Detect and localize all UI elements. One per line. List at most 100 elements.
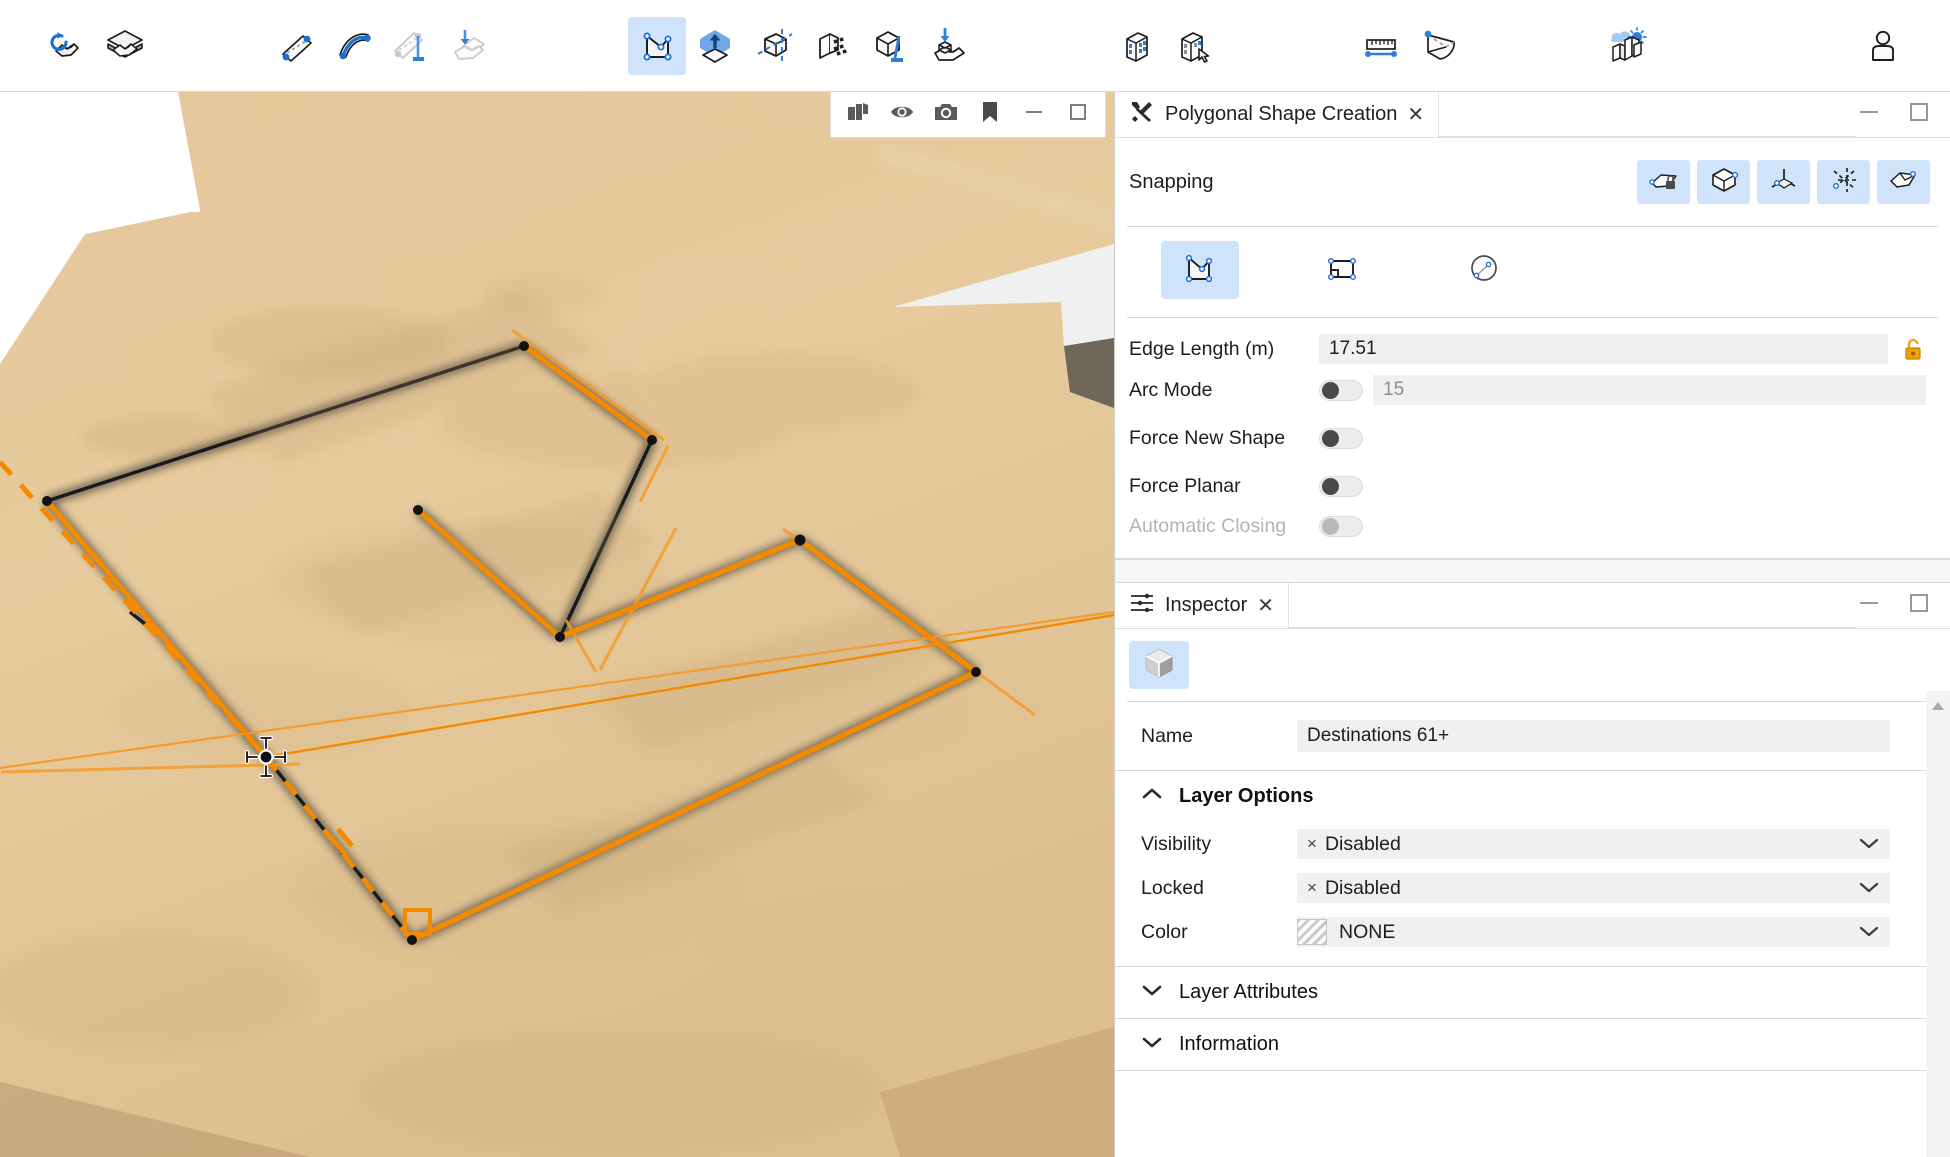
triangle-up-icon xyxy=(1930,699,1946,717)
snap-intersection-button[interactable] xyxy=(1817,160,1870,204)
inspector-panel-header-fill xyxy=(1289,583,1856,628)
arc-icon xyxy=(329,22,377,70)
inspector-scrollbar[interactable] xyxy=(1926,691,1950,1157)
inspector-panel: Inspector ✕ xyxy=(1115,582,1950,1157)
polygonal-panel-body: Snapping xyxy=(1115,138,1950,558)
snap-surface-button[interactable] xyxy=(1877,160,1930,204)
terrain-layer-button[interactable] xyxy=(96,17,154,75)
viewport-overlay-toolbar xyxy=(830,92,1106,138)
edge-length-row: Edge Length (m) xyxy=(1115,318,1950,366)
surface-button[interactable] xyxy=(1410,17,1468,75)
information-section-header[interactable]: Information xyxy=(1115,1019,1950,1070)
inspector-panel-window-controls xyxy=(1856,583,1950,628)
locked-row: Locked × Disabled xyxy=(1115,866,1950,910)
extrude-button[interactable] xyxy=(686,17,744,75)
flatten-terrain-icon xyxy=(445,22,493,70)
arc-mode-value-input[interactable] xyxy=(1373,375,1926,405)
place-on-terrain-button[interactable] xyxy=(918,17,976,75)
snapping-row: Snapping xyxy=(1115,138,1950,226)
panel-maximize-icon[interactable] xyxy=(1908,101,1930,128)
inspector-name-row: Name xyxy=(1115,714,1950,758)
circle-mode-button[interactable] xyxy=(1445,241,1523,299)
layers-button[interactable] xyxy=(841,98,875,132)
divider-information xyxy=(1115,1070,1926,1071)
snap-axis-button[interactable] xyxy=(1757,160,1810,204)
undo-terrain-button[interactable] xyxy=(38,17,96,75)
measure-button[interactable] xyxy=(1352,17,1410,75)
layer-options-section-header[interactable]: Layer Options xyxy=(1115,771,1950,822)
polyline-mode-button[interactable] xyxy=(1161,241,1239,299)
array-icon xyxy=(807,22,855,70)
force-new-shape-label: Force New Shape xyxy=(1129,427,1319,450)
panel-minimize-icon[interactable] xyxy=(1856,104,1882,125)
line-project-icon xyxy=(387,22,435,70)
close-icon[interactable]: ✕ xyxy=(1257,596,1274,616)
bookmark-button[interactable] xyxy=(973,98,1007,132)
visibility-button[interactable] xyxy=(885,98,919,132)
force-new-shape-toggle[interactable] xyxy=(1319,428,1363,449)
polygonal-shape-button[interactable] xyxy=(628,17,686,75)
project-solid-button[interactable] xyxy=(860,17,918,75)
rectangle-mode-button[interactable] xyxy=(1303,241,1381,299)
project-line-button[interactable] xyxy=(382,17,440,75)
chevron-down-icon xyxy=(1858,921,1880,944)
edge-length-input[interactable] xyxy=(1319,334,1888,364)
viewport-maximize-button[interactable] xyxy=(1061,98,1095,132)
application-window: Polygonal Shape Creation ✕ Snapping xyxy=(0,0,1950,1157)
force-planar-toggle[interactable] xyxy=(1319,476,1363,497)
project-solid-icon xyxy=(865,22,913,70)
unlock-icon[interactable] xyxy=(1900,334,1926,364)
flatten-terrain-button[interactable] xyxy=(440,17,498,75)
locked-select[interactable]: × Disabled xyxy=(1297,873,1890,903)
toolbar-group-history xyxy=(38,0,154,91)
visibility-select[interactable]: × Disabled xyxy=(1297,829,1890,859)
line-segment-icon xyxy=(271,22,319,70)
place-on-terrain-icon xyxy=(923,22,971,70)
terrain-scene xyxy=(0,92,1114,1157)
mirror-button[interactable] xyxy=(744,17,802,75)
name-input[interactable] xyxy=(1297,720,1890,752)
line-segment-button[interactable] xyxy=(266,17,324,75)
select-building-button[interactable] xyxy=(1164,17,1222,75)
building-button[interactable] xyxy=(1106,17,1164,75)
3d-viewport[interactable] xyxy=(0,92,1114,1157)
snapping-label: Snapping xyxy=(1129,171,1637,194)
arc-button[interactable] xyxy=(324,17,382,75)
layer-options-title: Layer Options xyxy=(1179,785,1313,808)
automatic-closing-toggle xyxy=(1319,516,1363,537)
toolbar-group-account xyxy=(1854,0,1912,91)
layer-attributes-section-header[interactable]: Layer Attributes xyxy=(1115,967,1950,1018)
viewport-minimize-button[interactable] xyxy=(1017,98,1051,132)
color-row: Color NONE xyxy=(1115,910,1950,954)
scroll-up-button[interactable] xyxy=(1926,697,1950,719)
chevron-up-icon xyxy=(1141,787,1163,806)
tab-polygonal-shape-creation[interactable]: Polygonal Shape Creation ✕ xyxy=(1115,92,1439,137)
arc-mode-toggle[interactable] xyxy=(1319,380,1363,401)
inspector-panel-header: Inspector ✕ xyxy=(1115,583,1950,629)
visibility-value: Disabled xyxy=(1325,833,1401,856)
divider-inspector-top xyxy=(1127,701,1938,702)
account-button[interactable] xyxy=(1854,17,1912,75)
camera-button[interactable] xyxy=(929,98,963,132)
color-swatch xyxy=(1297,919,1327,945)
locked-prefix: × xyxy=(1307,878,1317,898)
sun-environment-button[interactable] xyxy=(1598,17,1656,75)
automatic-closing-row: Automatic Closing xyxy=(1115,510,1950,558)
color-select[interactable]: NONE xyxy=(1297,917,1890,947)
chevron-down-icon xyxy=(1141,1035,1163,1054)
ruler-icon xyxy=(1357,22,1405,70)
chevron-down-icon xyxy=(1858,833,1880,856)
tab-inspector[interactable]: Inspector ✕ xyxy=(1115,583,1289,628)
panel-maximize-icon[interactable] xyxy=(1908,592,1930,619)
close-icon[interactable]: ✕ xyxy=(1407,105,1424,125)
polygonal-panel-window-controls xyxy=(1856,92,1950,137)
array-button[interactable] xyxy=(802,17,860,75)
information-title: Information xyxy=(1179,1033,1279,1056)
snap-vertex-button[interactable] xyxy=(1697,160,1750,204)
circle-mode-icon xyxy=(1464,250,1504,291)
panel-minimize-icon[interactable] xyxy=(1856,595,1882,616)
building-select-icon xyxy=(1169,22,1217,70)
snap-locked-face-button[interactable] xyxy=(1637,160,1690,204)
object-type-button[interactable] xyxy=(1129,641,1189,689)
arc-mode-label: Arc Mode xyxy=(1129,379,1319,402)
